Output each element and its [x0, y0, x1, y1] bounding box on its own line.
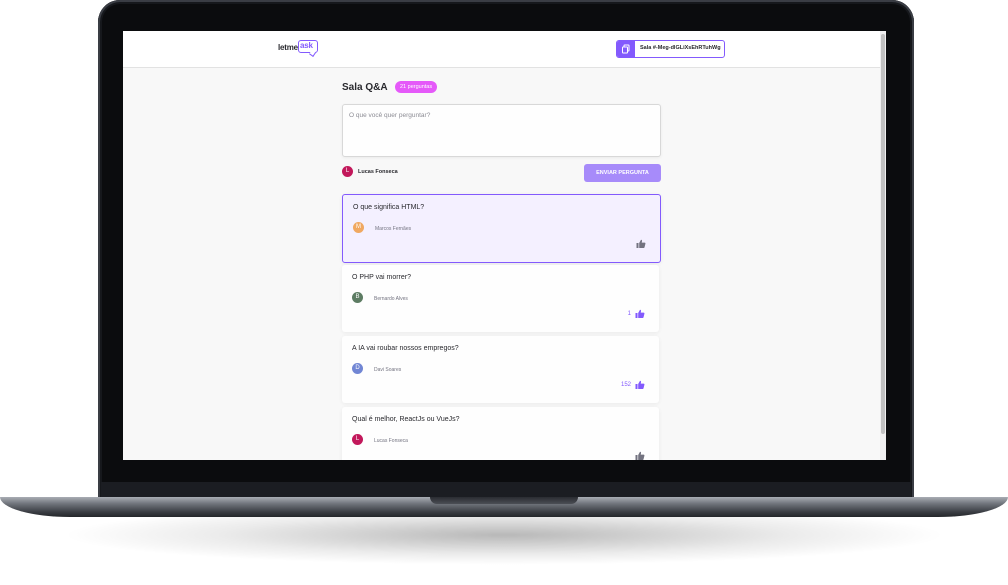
room-title-row: Sala Q&A 21 perguntas: [342, 79, 662, 97]
question-card: Qual é melhor, ReactJs ou VueJs? L Lucas F…: [342, 407, 659, 460]
avatar: B: [352, 292, 363, 303]
scrollbar-thumb[interactable]: [881, 34, 885, 434]
question-author: Davi Soares: [374, 367, 402, 373]
question-author: Lucas Fonseca: [374, 438, 408, 444]
question-card: O que significa HTML? M Marcos Fernães: [342, 194, 661, 263]
question-placeholder: O que você quer perguntar?: [349, 112, 431, 119]
logo-text-letme: letme: [278, 43, 298, 52]
laptop-bezel-bottom: [101, 482, 911, 498]
copy-icon: [617, 41, 635, 57]
room-code-label: Sala #-Meg-dlGLiXsEhRTuhWg: [640, 45, 721, 51]
form-footer: L Lucas Fonseca ENVIAR PERGUNTA: [342, 164, 661, 182]
laptop-notch: [430, 497, 578, 504]
question-author: Bernardo Alves: [374, 296, 408, 302]
app-screen: letme ask Sala #-Meg-dlGLiXsEhRTuhWg Sal…: [123, 31, 886, 460]
question-author: Marcos Fernães: [375, 226, 412, 232]
copy-room-code-button[interactable]: Sala #-Meg-dlGLiXsEhRTuhWg: [616, 40, 725, 58]
user-name: Lucas Fonseca: [358, 169, 398, 175]
like-count: 1: [627, 311, 631, 317]
thumbs-up-icon: [636, 239, 646, 248]
scrollbar[interactable]: [880, 31, 886, 460]
question-text: A IA vai roubar nossos empregos?: [352, 345, 459, 352]
logo-text-ask: ask: [300, 41, 313, 50]
page-title: Sala Q&A: [342, 82, 388, 93]
send-question-button[interactable]: ENVIAR PERGUNTA: [584, 164, 661, 182]
avatar: L: [342, 166, 353, 177]
thumbs-up-icon: [635, 309, 645, 318]
app-header: letme ask Sala #-Meg-dlGLiXsEhRTuhWg: [123, 31, 880, 68]
question-text: Qual é melhor, ReactJs ou VueJs?: [352, 416, 460, 423]
question-text: O PHP vai morrer?: [352, 274, 411, 281]
question-count-badge: 21 perguntas: [395, 81, 438, 93]
like-count: 152: [620, 382, 631, 388]
thumbs-up-icon: [635, 451, 645, 460]
avatar: M: [353, 222, 364, 233]
thumbs-up-icon: [635, 380, 645, 389]
question-card: A IA vai roubar nossos empregos? D Davi So…: [342, 336, 659, 403]
question-textarea[interactable]: O que você quer perguntar?: [342, 104, 661, 157]
avatar: D: [352, 363, 363, 374]
avatar: L: [352, 434, 363, 445]
question-text: O que significa HTML?: [353, 204, 425, 211]
question-card: O PHP vai morrer? B Bernardo Alves 1: [342, 265, 659, 332]
